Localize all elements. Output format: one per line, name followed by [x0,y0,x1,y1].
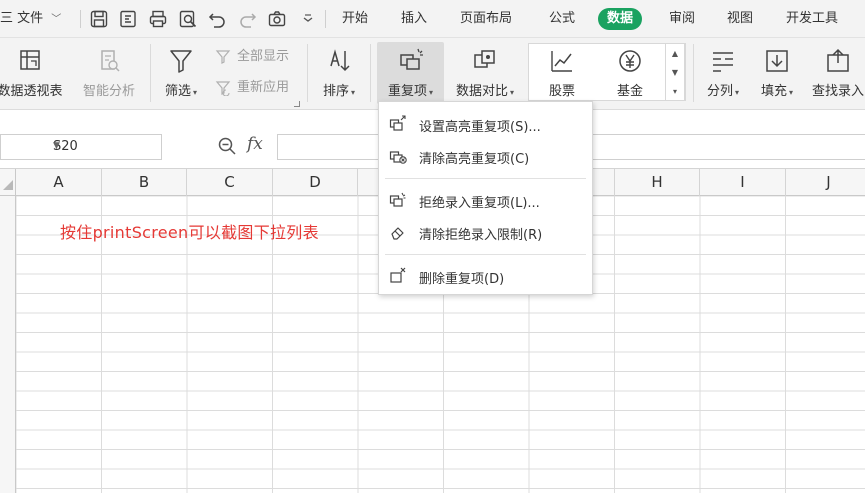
insert-function-button[interactable]: fx [247,134,263,154]
column-header-c[interactable]: C [187,169,273,196]
filter-icon [166,46,196,76]
sort-icon [324,46,354,76]
undo-icon[interactable] [207,9,227,29]
export-pdf-icon[interactable] [118,9,138,29]
redo-icon[interactable] [238,9,258,29]
file-menu[interactable]: 三 文件 ﹀ [0,0,61,38]
column-header-j[interactable]: J [786,169,865,196]
smart-analysis-label: 智能分析 [82,84,135,99]
tab-developer[interactable]: 开发工具 [786,0,838,38]
lookup-entry-button[interactable]: 查找录入 [808,42,865,104]
pivot-table-label: 数据透视表 [0,84,63,99]
gallery-scroller[interactable]: ▲ ▼ ▾ [665,43,685,101]
pivot-table-icon [15,46,45,76]
split-column-label: 分列 ▾ [706,84,740,99]
tab-formulas[interactable]: 公式 [549,0,575,38]
reapply-button[interactable]: 重新应用 [215,77,305,99]
name-box-dropdown-icon[interactable]: ▼ [53,141,155,151]
ribbon: 数据透视表 智能分析 筛选 ▾ 全部显示 重新应用 排序 ▾ 重复项 ▾ 数据对… [0,38,865,110]
show-all-button[interactable]: 全部显示 [215,46,305,68]
fund-button[interactable]: 基金 [600,42,660,104]
filter-button[interactable]: 筛选 ▾ [157,42,205,104]
reject-duplicates-icon [389,192,406,207]
column-header-b[interactable]: B [102,169,187,196]
gallery-up-arrow[interactable]: ▲ [666,44,684,63]
column-header-i[interactable]: I [700,169,786,196]
file-menu-caret: ﹀ [51,14,62,25]
split-column-button[interactable]: 分列 ▾ [700,42,746,104]
sort-button[interactable]: 排序 ▾ [314,42,364,104]
menu-item-reject-duplicate-entry[interactable]: 拒绝录入重复项(L)... [379,186,592,214]
camera-icon[interactable] [267,9,287,29]
duplicates-icon [396,46,426,76]
data-compare-label: 数据对比 ▾ [455,84,515,99]
file-menu-label: 三 文件 [0,11,44,26]
fill-label: 填充 ▾ [760,84,794,99]
ribbon-separator [307,44,308,102]
highlight-duplicates-icon [389,115,406,131]
sort-label: 排序 ▾ [322,84,356,99]
pivot-table-button[interactable]: 数据透视表 [0,42,68,104]
column-header-a[interactable]: A [16,169,102,196]
print-icon[interactable] [148,9,168,29]
menu-item-clear-highlight-duplicates[interactable]: 清除高亮重复项(C) [379,142,592,170]
stock-chart-icon [547,46,577,76]
lookup-entry-icon [823,46,853,76]
save-icon[interactable] [89,9,109,29]
menu-item-clear-entry-restriction[interactable]: 清除拒绝录入限制(R) [379,218,592,246]
reapply-label: 重新应用 [237,80,290,95]
ribbon-separator [370,44,371,102]
show-all-label: 全部显示 [237,49,290,64]
menu-divider [80,10,81,28]
cell-note-text: 按住printScreen可以截图下拉列表 [60,223,319,242]
yen-coin-icon [615,46,645,76]
show-all-icon [215,50,231,64]
gallery-expand-arrow[interactable]: ▾ [666,82,684,101]
fill-button[interactable]: 填充 ▾ [754,42,800,104]
tab-home[interactable]: 开始 [342,0,368,38]
duplicates-button[interactable]: 重复项 ▾ [377,42,444,104]
tab-view[interactable]: 视图 [727,0,753,38]
data-compare-button[interactable]: 数据对比 ▾ [449,42,521,104]
tab-insert[interactable]: 插入 [401,0,427,38]
zoom-icon[interactable] [217,136,237,156]
ribbon-separator [693,44,694,102]
tab-data[interactable]: 数据 [598,8,643,30]
stock-button[interactable]: 股票 [532,42,592,104]
row-headers: 0 1 2 3 4 [0,196,16,493]
print-preview-icon[interactable] [178,9,198,29]
filter-label: 筛选 ▾ [164,84,198,99]
smart-analysis-icon [94,46,124,76]
lookup-entry-label: 查找录入 [812,84,865,99]
customize-quick-access-icon[interactable] [298,9,318,29]
menu-bar: 三 文件 ﹀ 开始 插入 页面布局 公式 数据 审阅 视图 开发工具 [0,0,865,38]
column-header-d[interactable]: D [273,169,358,196]
tab-page-layout[interactable]: 页面布局 [460,0,512,38]
menu-item-remove-duplicates[interactable]: 删除重复项(D) [379,262,592,290]
duplicates-dropdown-menu: 设置高亮重复项(S)... 清除高亮重复项(C) 拒绝录入重复项(L)... 清… [378,101,593,295]
menu-separator [385,254,586,255]
fund-label: 基金 [616,84,643,99]
smart-analysis-button[interactable]: 智能分析 [74,42,144,104]
stock-label: 股票 [548,84,575,99]
data-compare-icon [470,46,500,76]
gallery-down-arrow[interactable]: ▼ [666,63,684,82]
ribbon-separator [150,44,151,102]
menu-item-set-highlight-duplicates[interactable]: 设置高亮重复项(S)... [379,110,592,138]
name-box[interactable]: S20 ▼ [0,134,162,160]
remove-duplicates-icon [390,267,406,283]
select-all-corner[interactable] [0,169,16,196]
column-header-h[interactable]: H [615,169,700,196]
menu-separator [385,178,586,179]
tab-review[interactable]: 审阅 [669,0,695,38]
duplicates-label: 重复项 ▾ [387,84,434,99]
reapply-icon [215,81,231,96]
fill-down-icon [762,46,792,76]
menu-divider [325,10,326,28]
filter-dialog-launcher[interactable] [294,101,300,107]
clear-highlight-icon [389,151,407,164]
split-column-icon [708,46,738,76]
eraser-icon [391,227,404,240]
